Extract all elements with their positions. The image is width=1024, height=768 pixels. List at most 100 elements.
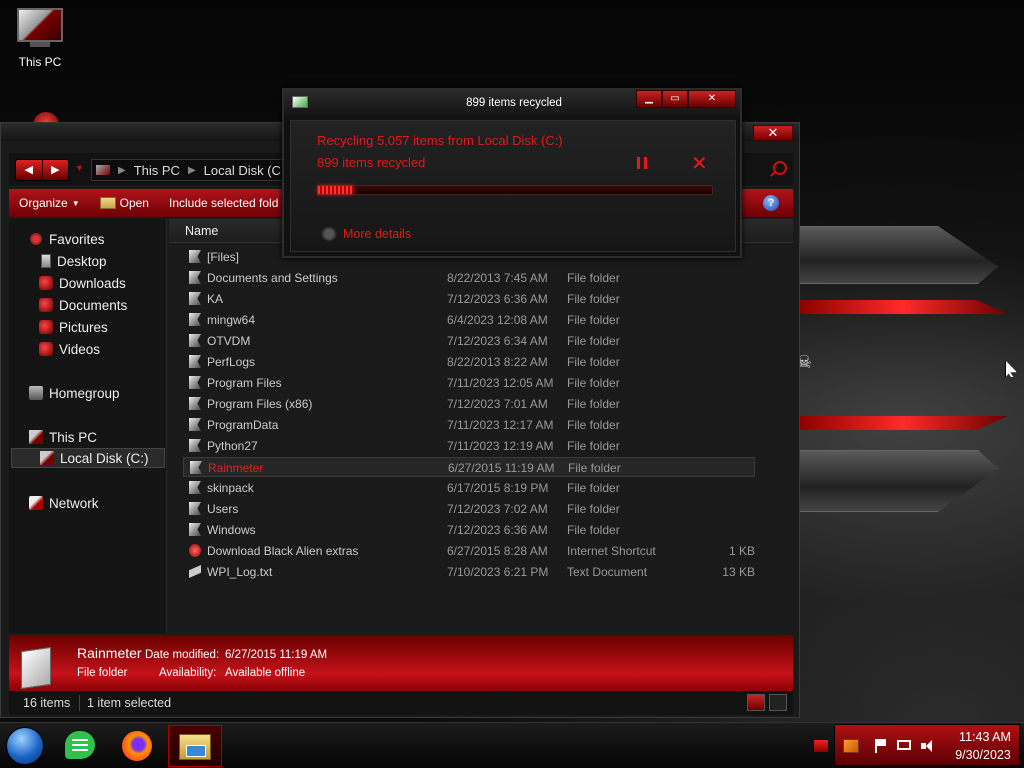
- help-icon[interactable]: ?: [763, 195, 779, 211]
- file-type: File folder: [567, 397, 620, 411]
- file-row[interactable]: WPI_Log.txt 7/10/2023 6:21 PM Text Documen…: [183, 562, 755, 582]
- file-date-modified: 7/12/2023 6:34 AM: [447, 334, 548, 348]
- pictures-icon: [39, 320, 53, 334]
- folder-icon: [21, 646, 51, 690]
- nav-desktop[interactable]: Desktop: [41, 251, 107, 271]
- taskbar-app-file-explorer[interactable]: [168, 725, 222, 767]
- file-date-modified: 7/11/2023 12:17 AM: [447, 418, 554, 432]
- notes-icon: [65, 731, 95, 759]
- monitor-icon: [17, 8, 63, 42]
- file-date-modified: 7/11/2023 12:19 AM: [447, 439, 554, 453]
- file-row[interactable]: Rainmeter 6/27/2015 11:19 AM File folder: [183, 457, 755, 477]
- breadcrumb-this-pc[interactable]: This PC: [134, 163, 180, 178]
- minimize-button[interactable]: ▁: [636, 90, 662, 108]
- pause-button[interactable]: [637, 157, 647, 169]
- network-icon[interactable]: [897, 740, 911, 750]
- nav-videos[interactable]: Videos: [39, 339, 100, 359]
- wallpaper-red-stripe: [798, 416, 1008, 430]
- file-row[interactable]: Windows 7/12/2023 6:36 AM File folder: [183, 520, 755, 540]
- taskbar-app-firefox[interactable]: [117, 727, 157, 765]
- search-icon[interactable]: [773, 161, 787, 175]
- file-explorer-icon: [179, 734, 211, 760]
- chevron-right-icon: ▶: [118, 164, 126, 176]
- file-row[interactable]: PerfLogs 8/22/2013 8:22 AM File folder: [183, 352, 755, 372]
- file-type: File folder: [567, 334, 620, 348]
- maximize-button[interactable]: ▭: [662, 90, 688, 108]
- progress-bar-fill: [318, 186, 354, 194]
- navigation-pane: Favorites Desktop Downloads Documents Pi…: [9, 219, 167, 633]
- file-row[interactable]: mingw64 6/4/2023 12:08 AM File folder: [183, 310, 755, 330]
- documents-icon: [39, 298, 53, 312]
- nav-downloads[interactable]: Downloads: [39, 273, 126, 293]
- details-file-name: Rainmeter: [77, 645, 142, 661]
- volume-icon[interactable]: [921, 739, 937, 753]
- file-row[interactable]: Program Files (x86) 7/12/2023 7:01 AM File…: [183, 394, 755, 414]
- file-row[interactable]: ProgramData 7/11/2023 12:17 AM File folder: [183, 415, 755, 435]
- nav-local-disk[interactable]: Local Disk (C:): [11, 448, 165, 468]
- file-date-modified: 6/27/2015 8:28 AM: [447, 544, 548, 558]
- open-button[interactable]: Open: [90, 196, 159, 210]
- nav-network[interactable]: Network: [29, 493, 99, 513]
- file-date-modified: 7/12/2023 6:36 AM: [447, 292, 548, 306]
- details-view-icon[interactable]: [747, 694, 765, 711]
- close-button[interactable]: ✕: [688, 90, 736, 108]
- file-row[interactable]: Documents and Settings 8/22/2013 7:45 AM F…: [183, 268, 755, 288]
- more-details-link[interactable]: More details: [343, 227, 411, 241]
- desktop-icon-this-pc[interactable]: This PC: [12, 8, 68, 69]
- file-row[interactable]: Download Black Alien extras 6/27/2015 8:2…: [183, 541, 755, 561]
- large-icons-view-icon[interactable]: [769, 694, 787, 711]
- folder-icon: [189, 439, 201, 452]
- recent-locations-dropdown[interactable]: ▼: [75, 163, 84, 173]
- desktop-icon-label: This PC: [18, 55, 62, 69]
- file-name: PerfLogs: [207, 355, 256, 369]
- tray-app-icon[interactable]: [843, 739, 859, 753]
- chevron-right-icon: ▶: [187, 164, 196, 176]
- nav-this-pc[interactable]: This PC: [29, 427, 97, 447]
- file-date-modified: 7/12/2023 7:02 AM: [447, 502, 548, 516]
- file-size: 1 KB: [728, 544, 755, 558]
- file-row[interactable]: skinpack 6/17/2015 8:19 PM File folder: [183, 478, 755, 498]
- file-name: ProgramData: [207, 418, 279, 432]
- file-date-modified: 7/10/2023 6:21 PM: [447, 565, 549, 579]
- breadcrumb-local-disk[interactable]: Local Disk (C:): [204, 163, 289, 178]
- clock-time[interactable]: 11:43 AM: [955, 730, 1015, 744]
- action-center-flag-icon[interactable]: [873, 739, 889, 753]
- cancel-button[interactable]: ✕: [691, 151, 708, 176]
- folder-icon: [189, 397, 201, 410]
- homegroup-icon: [29, 386, 43, 400]
- show-hidden-icons-button[interactable]: [814, 740, 828, 752]
- recycle-status-text: Recycling 5,057 items from Local Disk (C…: [317, 133, 563, 148]
- file-date-modified: 7/11/2023 12:05 AM: [447, 376, 554, 390]
- taskbar-app-notes[interactable]: [60, 727, 100, 765]
- wallpaper-red-stripe: [798, 300, 1008, 314]
- back-button[interactable]: ◀: [16, 160, 42, 180]
- folder-icon: [189, 313, 201, 326]
- nav-documents[interactable]: Documents: [39, 295, 127, 315]
- file-name: OTVDM: [207, 334, 251, 348]
- folder-icon: [99, 197, 116, 209]
- file-row[interactable]: OTVDM 7/12/2023 6:34 AM File folder: [183, 331, 755, 351]
- forward-button[interactable]: ▶: [41, 160, 69, 180]
- nav-homegroup[interactable]: Homegroup: [29, 383, 120, 403]
- organize-button[interactable]: Organize ▼: [9, 196, 90, 210]
- status-bar: 16 items 1 item selected: [9, 691, 793, 715]
- file-row[interactable]: Python27 7/11/2023 12:19 AM File folder: [183, 436, 755, 456]
- file-type: File folder: [567, 271, 620, 285]
- include-in-library-button[interactable]: Include selected fold: [159, 196, 288, 210]
- start-button[interactable]: [6, 727, 44, 765]
- folder-icon: [189, 292, 201, 305]
- file-date-modified: 8/22/2013 8:22 AM: [447, 355, 548, 369]
- nav-favorites[interactable]: Favorites: [29, 229, 105, 249]
- wallpaper-blade: [798, 450, 998, 512]
- file-row[interactable]: Users 7/12/2023 7:02 AM File folder: [183, 499, 755, 519]
- chevron-down-icon: ▼: [71, 198, 80, 208]
- file-row[interactable]: Program Files 7/11/2023 12:05 AM File fold…: [183, 373, 755, 393]
- file-date-modified: 8/22/2013 7:45 AM: [447, 271, 548, 285]
- nav-pictures[interactable]: Pictures: [39, 317, 108, 337]
- dialog-titlebar[interactable]: 899 items recycled ▁ ▭ ✕: [284, 90, 740, 116]
- folder-icon: [189, 418, 201, 431]
- clock-date[interactable]: 9/30/2023: [947, 748, 1019, 762]
- chevron-down-icon[interactable]: [321, 227, 337, 241]
- close-button[interactable]: ✕: [753, 125, 793, 141]
- file-row[interactable]: KA 7/12/2023 6:36 AM File folder: [183, 289, 755, 309]
